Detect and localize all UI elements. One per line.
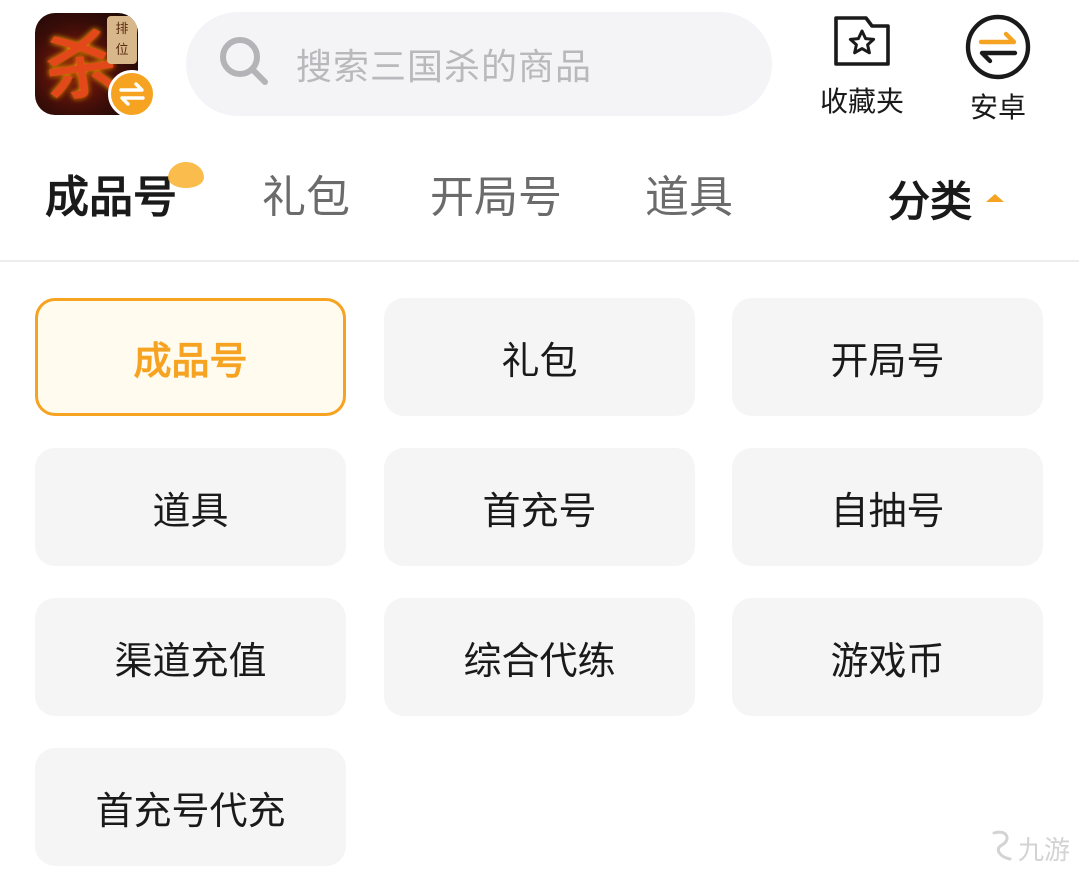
page: 杀 排 位 搜索三国杀的商品 收藏夹 安卓 成品号 礼包 开局号 道具 分类 成… <box>0 0 1079 873</box>
watermark-logo-icon <box>988 829 1014 867</box>
tab-gift-pack[interactable]: 礼包 <box>262 168 350 228</box>
favorites-label: 收藏夹 <box>819 85 904 118</box>
rank-tag-text: 排 位 <box>115 22 129 58</box>
category-option[interactable]: 首充号 <box>384 448 695 566</box>
header: 杀 排 位 搜索三国杀的商品 收藏夹 安卓 <box>0 0 1079 130</box>
category-option[interactable]: 综合代练 <box>384 598 695 716</box>
category-toggle-label: 分类 <box>888 176 973 226</box>
caret-up-icon <box>986 194 1005 202</box>
search-icon <box>218 35 272 93</box>
tab-new-dot <box>168 162 204 188</box>
category-option[interactable]: 首充号代充 <box>35 748 346 866</box>
category-option[interactable]: 自抽号 <box>732 448 1043 566</box>
favorites-button[interactable]: 收藏夹 <box>812 14 912 118</box>
tab-fade <box>790 150 870 250</box>
star-folder-icon <box>832 14 892 72</box>
watermark: 九游 <box>988 828 1076 868</box>
search-placeholder: 搜索三国杀的商品 <box>296 47 593 88</box>
rank-tag: 排 位 <box>107 16 137 64</box>
swap-arrows-icon <box>965 14 1031 84</box>
tab-finished-account[interactable]: 成品号 <box>45 168 177 228</box>
category-option[interactable]: 礼包 <box>384 298 695 416</box>
category-toggle-button[interactable]: 分类 <box>888 168 1005 228</box>
category-option[interactable]: 游戏币 <box>732 598 1043 716</box>
category-option[interactable]: 成品号 <box>35 298 346 416</box>
category-tabs: 成品号 礼包 开局号 道具 分类 <box>0 150 1079 250</box>
watermark-text: 九游 <box>1018 835 1071 866</box>
tab-starter-account[interactable]: 开局号 <box>430 168 562 228</box>
tab-items[interactable]: 道具 <box>645 168 733 228</box>
divider <box>0 260 1079 262</box>
platform-label: 安卓 <box>969 91 1026 124</box>
search-input[interactable]: 搜索三国杀的商品 <box>186 12 772 116</box>
swap-badge-icon <box>108 70 156 118</box>
category-option[interactable]: 开局号 <box>732 298 1043 416</box>
category-option[interactable]: 渠道充值 <box>35 598 346 716</box>
category-option[interactable]: 道具 <box>35 448 346 566</box>
platform-button[interactable]: 安卓 <box>948 14 1048 124</box>
